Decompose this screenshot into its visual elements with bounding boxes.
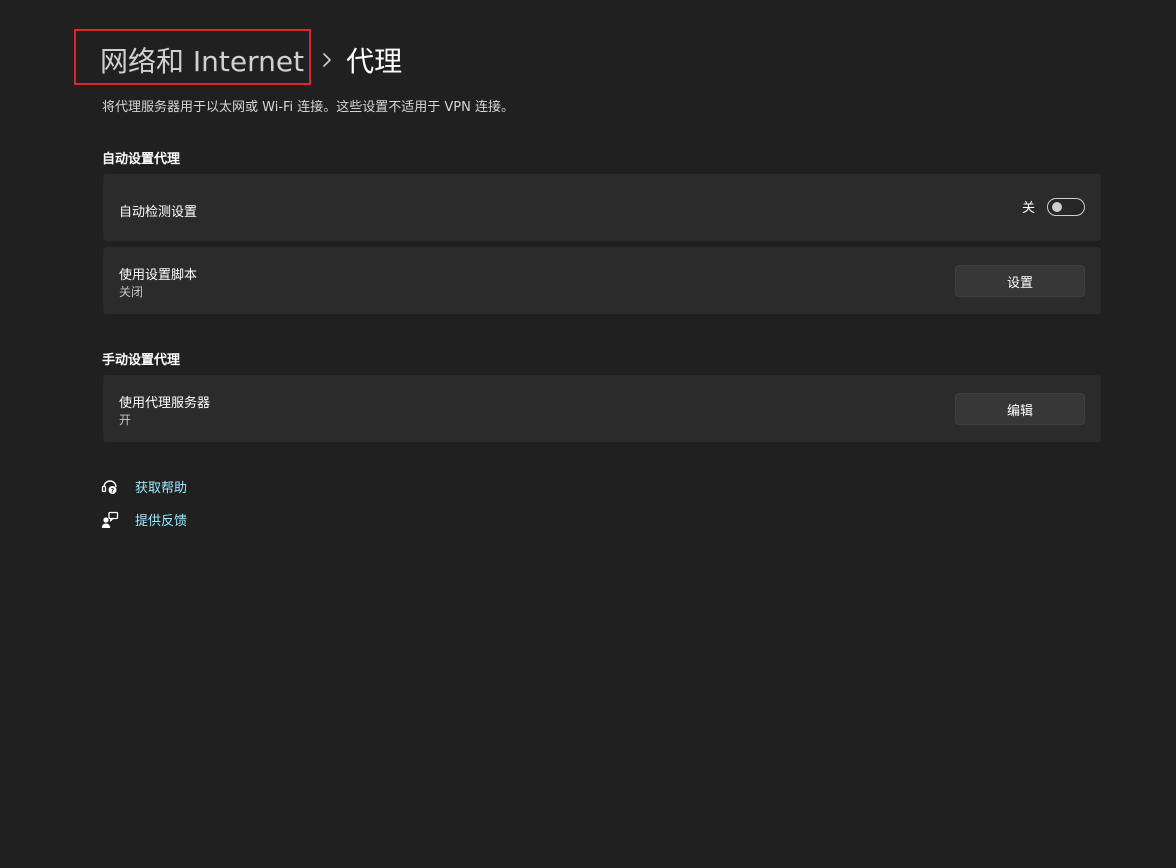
- auto-detect-settings-label: 自动检测设置: [119, 205, 198, 220]
- breadcrumb-parent-network-internet[interactable]: 网络和 Internet: [100, 40, 304, 80]
- get-help-link[interactable]: ? 获取帮助: [101, 477, 187, 496]
- page-description: 将代理服务器用于以太网或 Wi-Fi 连接。这些设置不适用于 VPN 连接。: [102, 100, 515, 115]
- setup-script-button[interactable]: 设置: [955, 265, 1085, 297]
- page-title: 代理: [346, 45, 403, 78]
- section-title-auto-proxy: 自动设置代理: [102, 152, 181, 167]
- svg-text:?: ?: [111, 487, 115, 494]
- use-proxy-server-status: 开: [119, 413, 132, 427]
- toggle-knob: [1052, 201, 1062, 212]
- use-proxy-server-label: 使用代理服务器: [119, 396, 211, 411]
- chevron-right-icon: [323, 53, 331, 67]
- give-feedback-link[interactable]: 提供反馈: [101, 510, 187, 529]
- setup-script-card: 使用设置脚本 关闭 设置: [103, 247, 1101, 314]
- breadcrumb: 网络和 Internet 代理: [100, 38, 402, 82]
- give-feedback-label: 提供反馈: [135, 514, 188, 529]
- use-proxy-server-card: 使用代理服务器 开 编辑: [103, 375, 1101, 442]
- auto-detect-toggle-group: 关: [1022, 197, 1085, 216]
- edit-proxy-button[interactable]: 编辑: [955, 393, 1085, 425]
- setup-script-status: 关闭: [119, 285, 144, 299]
- section-title-manual-proxy: 手动设置代理: [102, 353, 181, 368]
- setup-script-label: 使用设置脚本: [119, 268, 198, 283]
- get-help-label: 获取帮助: [135, 481, 188, 496]
- auto-detect-toggle-state: 关: [1021, 201, 1035, 216]
- auto-detect-settings-card: 自动检测设置 关: [103, 174, 1101, 241]
- help-chat-icon: ?: [101, 479, 117, 494]
- auto-detect-toggle[interactable]: [1047, 197, 1085, 216]
- feedback-icon: [101, 511, 119, 528]
